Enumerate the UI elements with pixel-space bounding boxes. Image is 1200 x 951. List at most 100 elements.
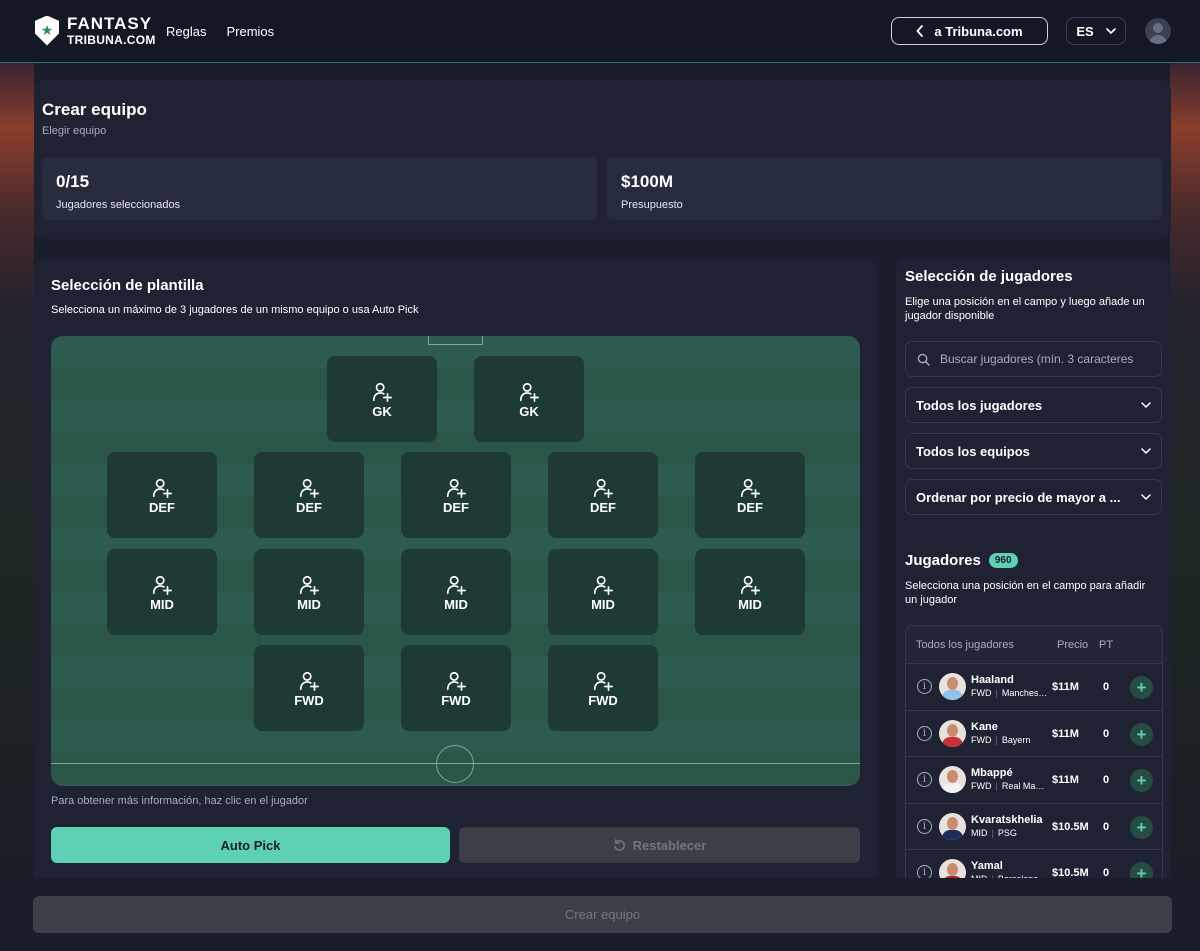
create-team-button[interactable]: Crear equipo (33, 896, 1172, 933)
back-to-tribuna-label: a Tribuna.com (934, 23, 1023, 39)
filter-players-dropdown[interactable]: Todos los jugadores (905, 387, 1162, 423)
pitch-slot-label: MID (444, 597, 468, 612)
pitch-slot-label: GK (372, 404, 392, 419)
add-player-icon (740, 478, 760, 498)
auto-pick-button[interactable]: Auto Pick (51, 827, 450, 863)
info-icon[interactable]: i (917, 865, 932, 879)
player-row[interactable]: i Yamal MID | Barcelona $10.5M 0 + (906, 849, 1162, 879)
pitch-slot-fwd[interactable]: FWD (254, 645, 364, 731)
add-player-icon (152, 575, 172, 595)
player-photo (939, 812, 966, 840)
pitch-slot-mid[interactable]: MID (401, 549, 511, 635)
language-selector[interactable]: ES (1066, 17, 1126, 45)
add-player-icon (299, 478, 319, 498)
reset-button[interactable]: Restablecer (459, 827, 860, 863)
add-player-icon (519, 382, 539, 402)
player-row[interactable]: i Kane FWD | Bayern $11M 0 + (906, 709, 1162, 757)
pitch-slot-gk[interactable]: GK (474, 356, 584, 442)
add-player-button[interactable]: + (1130, 722, 1153, 746)
player-name: Haaland (971, 674, 1014, 686)
info-icon[interactable]: i (917, 725, 932, 741)
player-team: Manchester City (1001, 688, 1049, 698)
players-count-badge: 960 (988, 553, 1018, 568)
site-logo[interactable]: ★ FANTASY TRIBUNA.COM (35, 15, 156, 46)
bottom-bar: Crear equipo (0, 878, 1200, 951)
player-row[interactable]: i Haaland FWD|Manchester City$11M 0 + (906, 663, 1162, 710)
player-meta: FWD | Bayern (971, 734, 1031, 745)
info-icon[interactable]: i (917, 818, 932, 834)
player-photo (939, 719, 966, 747)
pitch-slot-fwd[interactable]: FWD (548, 645, 658, 731)
column-price[interactable]: Precio (1057, 639, 1099, 651)
player-team: Real Madrid (1001, 781, 1049, 791)
player-position: FWD (971, 734, 992, 745)
nav-rules-link[interactable]: Reglas (166, 24, 206, 39)
player-selection-panel: Selección de jugadores Elige una posició… (896, 259, 1171, 879)
player-row[interactable]: i Kvaratskhelia MID | PSG $10.5M 0 + (906, 802, 1162, 850)
column-all-players[interactable]: Todos los jugadores (916, 639, 1057, 651)
pitch-slot-label: MID (738, 597, 762, 612)
player-points: 0 (1103, 820, 1110, 833)
nav-prizes-link[interactable]: Premios (226, 24, 274, 39)
add-player-button[interactable]: + (1130, 815, 1153, 839)
sort-dropdown[interactable]: Ordenar por precio de mayor a ... (905, 479, 1162, 515)
info-icon[interactable]: i (917, 772, 932, 787)
player-search-input[interactable] (940, 352, 1160, 366)
pitch-slot-label: DEF (590, 500, 616, 515)
top-header: ★ FANTASY TRIBUNA.COM Reglas Premios a T… (0, 0, 1200, 63)
page-title: Crear equipo (42, 100, 147, 119)
pitch-slot-def[interactable]: DEF (401, 452, 511, 538)
player-team: PSG (997, 827, 1017, 838)
squad-selection-card: Selección de plantilla Selecciona un máx… (34, 259, 877, 879)
pitch-slot-def[interactable]: DEF (107, 452, 217, 538)
add-player-button[interactable]: + (1130, 769, 1153, 792)
logo-line1: FANTASY (67, 14, 153, 33)
pitch-slot-mid[interactable]: MID (254, 549, 364, 635)
add-player-button[interactable]: + (1130, 862, 1153, 879)
add-player-icon (372, 382, 392, 402)
pitch-slot-label: DEF (443, 500, 469, 515)
player-row[interactable]: i Mbappé FWD | Real Madrid $11M 0 + (906, 756, 1162, 803)
reset-icon (613, 838, 625, 851)
pitch-slot-mid[interactable]: MID (548, 549, 658, 635)
pitch-slot-gk[interactable]: GK (327, 356, 437, 442)
filter-teams-dropdown[interactable]: Todos los equipos (905, 433, 1162, 469)
info-icon[interactable]: i (917, 679, 932, 694)
player-search (905, 341, 1162, 377)
chevron-down-icon (1141, 401, 1151, 408)
player-price: $11M (1052, 727, 1079, 740)
language-value: ES (1076, 23, 1094, 39)
player-name: Yamal (971, 860, 1003, 872)
pitch-slot-label: DEF (737, 500, 763, 515)
logo-shield-icon: ★ (35, 15, 59, 46)
add-player-icon (299, 671, 319, 691)
add-player-icon (446, 575, 466, 595)
reset-label: Restablecer (632, 837, 707, 853)
column-points[interactable]: PT (1099, 639, 1129, 651)
pitch-slot-mid[interactable]: MID (695, 549, 805, 635)
selected-players-stat: 0/15 Jugadores seleccionados (42, 157, 597, 220)
pitch-slot-def[interactable]: DEF (695, 452, 805, 538)
background-left (0, 63, 34, 883)
add-player-icon (593, 575, 613, 595)
chevron-down-icon (1141, 447, 1151, 454)
player-points: 0 (1103, 727, 1110, 740)
center-circle (436, 745, 474, 783)
user-avatar-icon[interactable] (1145, 18, 1171, 44)
pitch-slot-def[interactable]: DEF (548, 452, 658, 538)
pitch-slot-label: FWD (588, 693, 618, 708)
add-player-button[interactable]: + (1130, 676, 1153, 699)
pitch-slot-def[interactable]: DEF (254, 452, 364, 538)
back-to-tribuna-button[interactable]: a Tribuna.com (891, 17, 1048, 45)
pitch-slot-fwd[interactable]: FWD (401, 645, 511, 731)
player-photo (939, 673, 966, 700)
player-price: $11M (1052, 681, 1079, 693)
filter-teams-value: Todos los equipos (916, 443, 1030, 459)
pitch-slot-mid[interactable]: MID (107, 549, 217, 635)
add-player-icon (593, 478, 613, 498)
search-icon (917, 353, 930, 366)
pitch-slot-label: DEF (149, 500, 175, 515)
player-position: FWD (971, 688, 992, 698)
pitch-slot-label: MID (150, 597, 174, 612)
add-player-icon (446, 671, 466, 691)
